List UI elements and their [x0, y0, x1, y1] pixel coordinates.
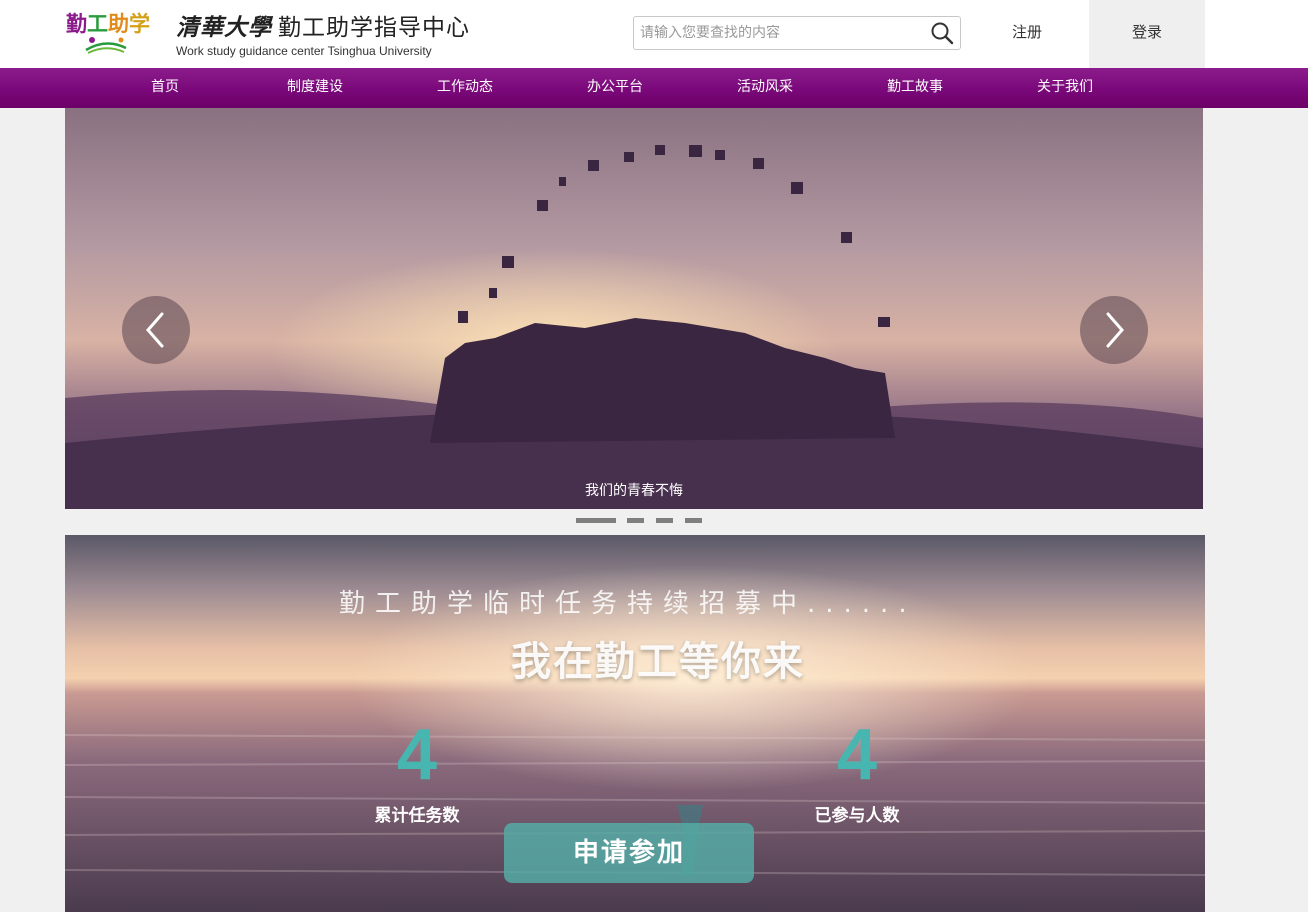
- nav-item-system[interactable]: 制度建设: [255, 68, 375, 108]
- slide-caption: 我们的青春不悔: [585, 483, 683, 499]
- promo-title: 我在勤工等你来: [511, 639, 805, 685]
- site-logo[interactable]: 勤工助学: [64, 8, 150, 60]
- hero-carousel: 我们的青春不悔: [65, 108, 1203, 509]
- carousel-dot-3[interactable]: [656, 518, 673, 523]
- site-title: 清華大學 勤工助学指导中心 Work study guidance center …: [176, 8, 470, 60]
- register-link[interactable]: 注册: [990, 0, 1064, 68]
- logo-emblem-icon: [85, 37, 127, 54]
- carousel-dot-1[interactable]: [576, 518, 616, 523]
- site-header: 勤工助学 清華大學 勤工助学指导中心 Work study guidance ce…: [0, 0, 1308, 68]
- site-title-en: Work study guidance center Tsinghua Univ…: [176, 44, 432, 58]
- graduation-photo: [65, 108, 1203, 509]
- carousel-prev-button[interactable]: [122, 296, 190, 364]
- chevron-right-icon: [1106, 312, 1124, 348]
- search-box: [633, 16, 961, 50]
- carousel-indicators: [576, 518, 716, 524]
- carousel-dot-2[interactable]: [627, 518, 644, 523]
- nav-item-office[interactable]: 办公平台: [555, 68, 675, 108]
- participant-count-value: 4: [836, 715, 878, 795]
- task-count-label: 累计任务数: [374, 806, 460, 826]
- nav-item-stories[interactable]: 勤工故事: [855, 68, 975, 108]
- carousel-next-button[interactable]: [1080, 296, 1148, 364]
- university-calligraphy: 清華大學: [176, 14, 272, 41]
- center-name: 勤工助学指导中心: [278, 15, 470, 41]
- nav-item-home[interactable]: 首页: [105, 68, 225, 108]
- chevron-left-icon: [146, 312, 164, 348]
- search-icon[interactable]: [930, 21, 954, 45]
- nav-item-news[interactable]: 工作动态: [405, 68, 525, 108]
- recruitment-section: 勤工助学临时任务持续招募中...... 我在勤工等你来 4 累计任务数 4 已参…: [65, 535, 1205, 912]
- apply-button[interactable]: 申请参加: [504, 823, 754, 883]
- login-link[interactable]: 登录: [1089, 0, 1205, 68]
- participant-count-label: 已参与人数: [814, 806, 900, 826]
- site-title-cn: 清華大學 勤工助学指导中心: [176, 8, 470, 42]
- main-nav: 首页 制度建设 工作动态 办公平台 活动风采 勤工故事 关于我们: [0, 68, 1308, 108]
- nav-item-activities[interactable]: 活动风采: [705, 68, 825, 108]
- task-count-value: 4: [396, 715, 438, 795]
- search-input[interactable]: [640, 22, 920, 44]
- carousel-dot-4[interactable]: [685, 518, 702, 523]
- nav-item-about[interactable]: 关于我们: [1005, 68, 1125, 108]
- promo-subtitle: 勤工助学临时任务持续招募中......: [339, 589, 917, 619]
